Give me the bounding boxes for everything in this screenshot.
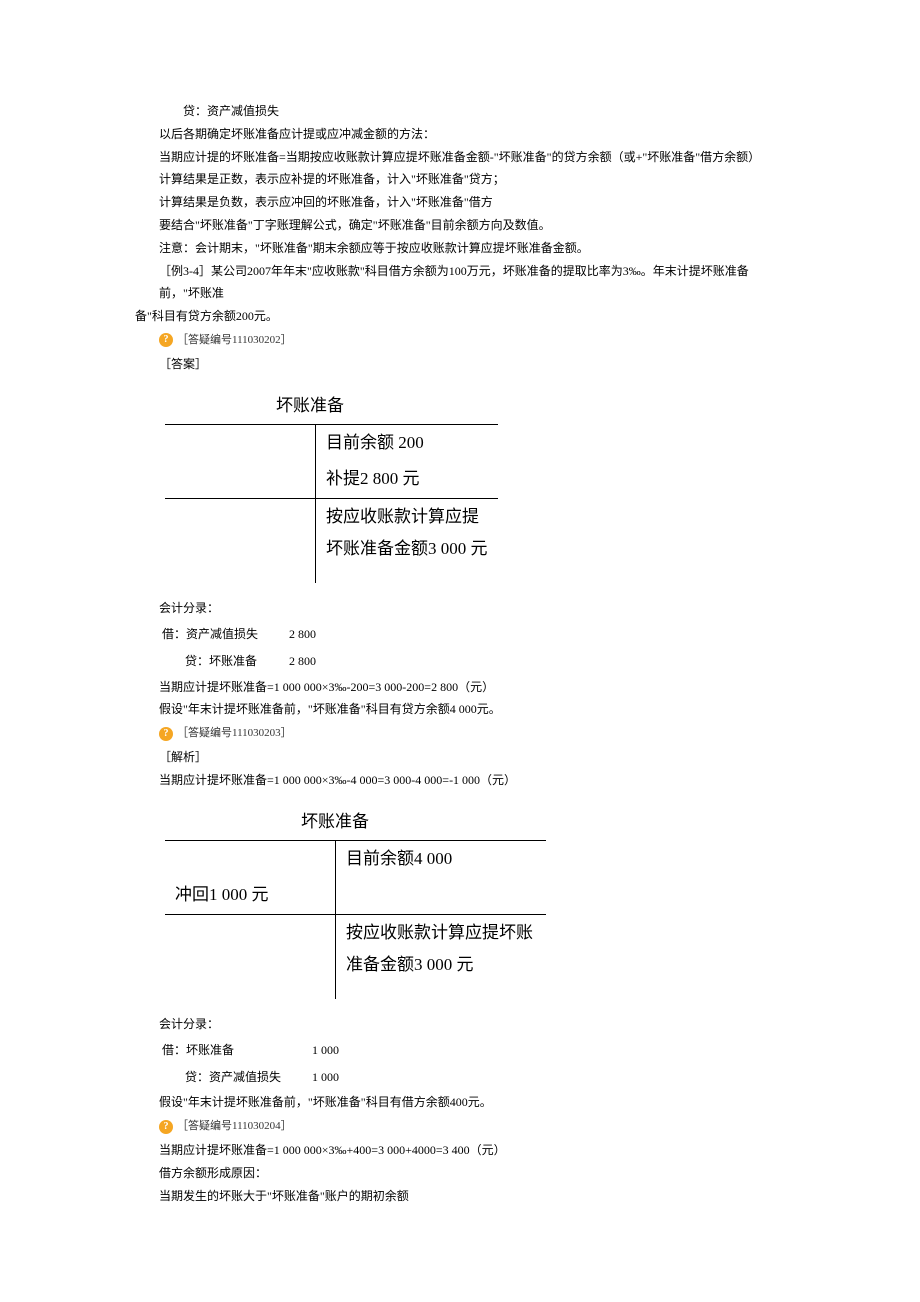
t-cell-line: 按应收账款计算应提 xyxy=(326,507,479,526)
question-icon: ? xyxy=(159,727,173,741)
text-line: 注意：会计期末，"坏账准备"期末余额应等于按应收账款计算应提坏账准备金额。 xyxy=(135,237,785,260)
t-cell xyxy=(165,567,316,583)
qa-note-row: ? ［答疑编号111030202］ xyxy=(135,330,785,351)
qa-note-row: ? ［答疑编号111030204］ xyxy=(135,1116,785,1137)
t-cell-line: 按应收账款计算应提坏账 xyxy=(346,923,533,942)
t-account-title: 坏账准备 xyxy=(165,390,455,422)
text-line: 要结合"坏账准备"丁字账理解公式，确定"坏账准备"目前余额方向及数值。 xyxy=(135,214,785,237)
assumption-line: 假设"年末计提坏账准备前，"坏账准备"科目有借方余额400元。 xyxy=(135,1091,785,1114)
t-account-2: 坏账准备 目前余额4 000 冲回1 000 元 按应收账款计算应提坏账 准备金… xyxy=(165,806,785,999)
qa-number: ［答疑编号111030204］ xyxy=(177,1116,292,1137)
calc-line: 当期应计提坏账准备=1 000 000×3‰+400=3 000+4000=3 … xyxy=(135,1139,785,1162)
text-line: 当期应计提的坏账准备=当期按应收账款计算应提坏账准备金额-"坏账准备"的贷方余额… xyxy=(135,146,785,169)
entry-heading: 会计分录： xyxy=(135,597,785,620)
text-line: 计算结果是正数，表示应补提的坏账准备，计入"坏账准备"贷方； xyxy=(135,168,785,191)
t-cell xyxy=(336,983,547,999)
t-cell: 按应收账款计算应提 坏账准备金额3 000 元 xyxy=(316,498,498,567)
calc-line: 当期应计提坏账准备=1 000 000×3‰-200=3 000-200=2 8… xyxy=(135,676,785,699)
t-cell: 目前余额4 000 xyxy=(336,840,547,877)
t-cell xyxy=(165,840,336,877)
analysis-label: ［解析］ xyxy=(135,746,785,769)
calc-line: 当期应计提坏账准备=1 000 000×3‰-4 000=3 000-4 000… xyxy=(135,769,785,792)
t-cell-line: 准备金额3 000 元 xyxy=(346,955,474,974)
t-account-1: 坏账准备 目前余额 200 补提2 800 元 按应收账款计算应提 坏账准备金额… xyxy=(165,390,785,583)
t-cell: 目前余额 200 xyxy=(316,424,498,461)
t-cell xyxy=(336,877,547,914)
answer-label: ［答案］ xyxy=(135,353,785,376)
t-cell: 按应收账款计算应提坏账 准备金额3 000 元 xyxy=(336,914,547,983)
t-cell xyxy=(165,424,316,461)
reason-line: 当期发生的坏账大于"坏账准备"账户的期初余额 xyxy=(135,1185,785,1208)
qa-number: ［答疑编号111030203］ xyxy=(177,723,292,744)
qa-note-row: ? ［答疑编号111030203］ xyxy=(135,723,785,744)
example-text-cont: 备"科目有贷方余额200元。 xyxy=(135,305,785,328)
entry-credit-label: 贷：坏账准备 xyxy=(161,649,286,674)
question-icon: ? xyxy=(159,333,173,347)
t-cell xyxy=(165,914,336,983)
entry-debit-amount: 1 000 xyxy=(311,1038,367,1063)
text-line: 计算结果是负数，表示应冲回的坏账准备，计入"坏账准备"借方 xyxy=(135,191,785,214)
journal-entry: 借：资产减值损失 2 800 贷：坏账准备 2 800 xyxy=(159,620,346,676)
t-cell: 补提2 800 元 xyxy=(316,461,498,498)
assumption-line: 假设"年末计提坏账准备前，"坏账准备"科目有贷方余额4 000元。 xyxy=(135,698,785,721)
text-line: 贷：资产减值损失 xyxy=(135,100,785,123)
entry-credit-label: 贷：资产减值损失 xyxy=(161,1065,309,1090)
example-text: ［例3-4］某公司2007年年末"应收账款"科目借方余额为100万元，坏账准备的… xyxy=(135,260,785,306)
t-cell-line: 坏账准备金额3 000 元 xyxy=(326,539,488,558)
journal-entry: 借：坏账准备 1 000 贷：资产减值损失 1 000 xyxy=(159,1036,369,1092)
t-cell xyxy=(165,461,316,498)
text-line: 以后各期确定坏账准备应计提或应冲减金额的方法： xyxy=(135,123,785,146)
entry-heading: 会计分录： xyxy=(135,1013,785,1036)
entry-debit-amount: 2 800 xyxy=(288,622,344,647)
t-cell: 冲回1 000 元 xyxy=(165,877,336,914)
entry-credit-amount: 2 800 xyxy=(288,649,344,674)
entry-debit-label: 借：资产减值损失 xyxy=(161,622,286,647)
reason-heading: 借方余额形成原因： xyxy=(135,1162,785,1185)
question-icon: ? xyxy=(159,1120,173,1134)
entry-debit-label: 借：坏账准备 xyxy=(161,1038,309,1063)
qa-number: ［答疑编号111030202］ xyxy=(177,330,292,351)
t-cell xyxy=(165,983,336,999)
entry-credit-amount: 1 000 xyxy=(311,1065,367,1090)
t-account-title: 坏账准备 xyxy=(165,806,505,838)
t-cell xyxy=(316,567,498,583)
t-cell xyxy=(165,498,316,567)
